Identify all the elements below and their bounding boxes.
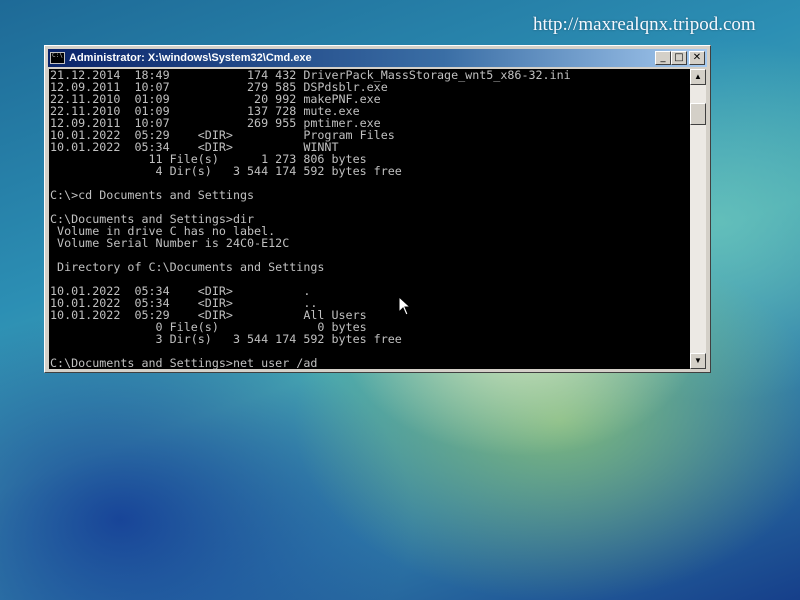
minimize-button[interactable]: _	[655, 51, 671, 65]
scroll-up-button[interactable]: ▲	[690, 69, 706, 85]
title-bar[interactable]: Administrator: X:\windows\System32\Cmd.e…	[48, 49, 707, 67]
console-line: C:\>cd Documents and Settings	[50, 188, 255, 202]
vertical-scrollbar[interactable]: ▲ ▼	[690, 69, 706, 369]
cmd-icon[interactable]	[50, 52, 65, 64]
maximize-button[interactable]: □	[671, 51, 687, 65]
console-line: 4 Dir(s) 3 544 174 592 bytes free	[50, 164, 402, 178]
console-output[interactable]: 21.12.2014 18:49 174 432 DriverPack_Mass…	[49, 69, 690, 369]
console-line: Directory of C:\Documents and Settings	[50, 260, 325, 274]
console-line: Volume Serial Number is 24C0-E12C	[50, 236, 290, 250]
cmd-window[interactable]: Administrator: X:\windows\System32\Cmd.e…	[44, 45, 711, 373]
window-title: Administrator: X:\windows\System32\Cmd.e…	[69, 52, 312, 64]
scroll-thumb[interactable]	[690, 103, 706, 125]
watermark-text: http://maxrealqnx.tripod.com	[533, 14, 756, 35]
arrow-down-icon: ▼	[694, 356, 702, 365]
console-text[interactable]: 21.12.2014 18:49 174 432 DriverPack_Mass…	[49, 69, 690, 369]
close-button[interactable]: ✕	[689, 51, 705, 65]
caption-buttons: _ □ ✕	[655, 51, 705, 65]
console-line: C:\Documents and Settings>net user /ad	[50, 356, 318, 369]
console-line: 3 Dir(s) 3 544 174 592 bytes free	[50, 332, 402, 346]
scroll-down-button[interactable]: ▼	[690, 353, 706, 369]
arrow-up-icon: ▲	[694, 72, 702, 81]
